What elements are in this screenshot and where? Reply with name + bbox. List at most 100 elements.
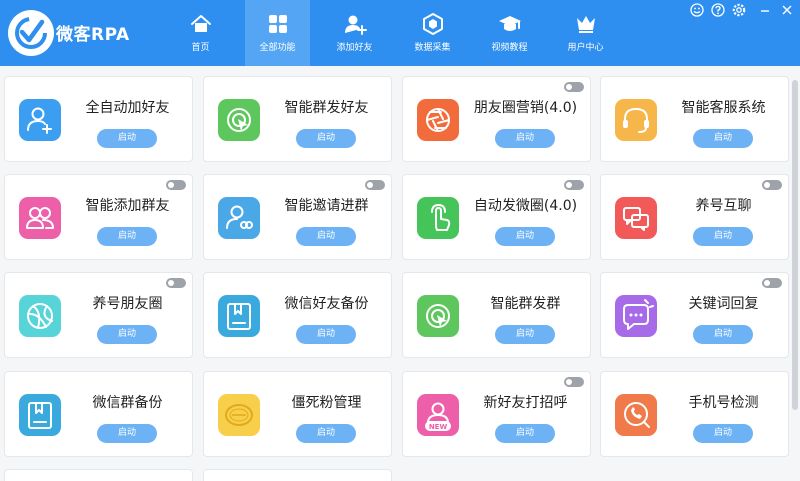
nav-tab-3[interactable]: 添加好友 (322, 0, 387, 66)
function-card: 手机号检测 启动 (600, 371, 789, 457)
card-title: 手机号检测 (688, 395, 759, 411)
card-title: 僵死粉管理 (291, 395, 362, 411)
nav-tab-6[interactable]: 用户中心 (553, 0, 618, 66)
settings-icon[interactable] (731, 2, 747, 18)
function-card: 自动发微圈(4.0) 启动 (402, 174, 591, 260)
start-button[interactable]: 启动 (97, 227, 157, 246)
moments-shutter-icon (19, 295, 61, 337)
function-card: 养号互聊 启动 (600, 174, 789, 260)
nav-tab-label: 添加好友 (336, 43, 373, 53)
new-user-icon: NEW (417, 394, 459, 436)
card-title: 养号朋友圈 (92, 296, 163, 312)
start-button[interactable]: 启动 (296, 227, 356, 246)
vertical-scrollbar[interactable] (792, 80, 798, 410)
function-card: 智能客服系统 启动 (600, 76, 789, 162)
group-users-icon (19, 197, 61, 239)
start-button[interactable]: 启动 (693, 424, 753, 443)
nav-tab-label: 用户中心 (567, 43, 604, 53)
add-user-icon (345, 15, 367, 35)
app-logo (8, 10, 54, 56)
camera-shutter-icon (417, 99, 459, 141)
card-title: 微信好友备份 (284, 296, 369, 312)
start-button[interactable]: 启动 (296, 325, 356, 344)
app-title: 微客RPA (56, 25, 130, 45)
nav-tab-label: 首页 (191, 43, 210, 53)
card-title: 全自动加好友 (85, 100, 170, 116)
app-header: 微客RPA 首页 全部功能 添加好友 数据采集 视频教程 用户中心 (0, 0, 800, 66)
start-button[interactable]: 启动 (495, 129, 555, 148)
function-card: 朋友圈营销(4.0) 启动 (402, 76, 591, 162)
nav-tab-4[interactable]: 数据采集 (400, 0, 465, 66)
nav-tab-5[interactable]: 视频教程 (477, 0, 542, 66)
nav-tab-label: 数据采集 (414, 43, 451, 53)
svg-text:NEW: NEW (429, 423, 448, 431)
cube-icon (423, 13, 443, 35)
feature-toggle[interactable] (564, 377, 584, 387)
chat-bubbles-icon (615, 197, 657, 239)
graduation-cap-icon (499, 16, 521, 31)
feature-toggle[interactable] (564, 180, 584, 190)
logo-icon (15, 17, 47, 49)
start-button[interactable]: 启动 (693, 325, 753, 344)
help-icon[interactable] (710, 2, 726, 18)
function-card: 微信群备份 启动 (4, 371, 193, 457)
card-title: 智能群发群 (490, 296, 561, 312)
start-button[interactable]: 启动 (495, 424, 555, 443)
function-grid: 全自动加好友 启动 智能群发好友 启动 朋友圈营销(4.0) 启动 智能客服系统… (0, 66, 800, 481)
close-icon[interactable] (779, 2, 795, 18)
start-button[interactable]: 启动 (97, 129, 157, 148)
nav-tab-2[interactable]: 全部功能 (245, 0, 310, 66)
crown-icon (577, 16, 595, 33)
start-button[interactable]: 启动 (495, 325, 555, 344)
card-partial (4, 469, 193, 481)
backup-bookmark-icon (19, 394, 61, 436)
start-button[interactable]: 启动 (296, 424, 356, 443)
start-button[interactable]: 启动 (97, 325, 157, 344)
card-title: 微信群备份 (92, 395, 163, 411)
feature-toggle[interactable] (762, 180, 782, 190)
card-title: 智能邀请进群 (284, 198, 369, 214)
start-button[interactable]: 启动 (296, 129, 356, 148)
function-card: 养号朋友圈 启动 (4, 272, 193, 358)
feature-toggle[interactable] (762, 278, 782, 288)
card-title: 新好友打招呼 (483, 395, 568, 411)
minimize-icon[interactable] (757, 2, 773, 18)
start-button[interactable]: 启动 (495, 227, 555, 246)
grid-icon (269, 15, 287, 33)
broadcast-cursor-icon (218, 99, 260, 141)
start-button[interactable]: 启动 (693, 129, 753, 148)
start-button[interactable]: 启动 (97, 424, 157, 443)
support-icon[interactable] (689, 2, 705, 18)
function-card: 关键词回复 启动 (600, 272, 789, 358)
nav-tab-label: 视频教程 (491, 43, 528, 53)
card-title: 朋友圈营销(4.0) (473, 100, 578, 116)
chat-reply-icon (615, 295, 657, 337)
function-card: 智能添加群友 启动 (4, 174, 193, 260)
card-title: 智能添加群友 (85, 198, 170, 214)
card-partial (203, 469, 392, 481)
nav-tab-label: 全部功能 (259, 43, 296, 53)
broadcast-cursor-icon (417, 295, 459, 337)
function-card: 全自动加好友 启动 (4, 76, 193, 162)
card-title: 智能群发好友 (284, 100, 369, 116)
add-user-icon (19, 99, 61, 141)
feature-toggle[interactable] (166, 180, 186, 190)
home-icon (191, 15, 211, 32)
zombie-stamp-icon (218, 394, 260, 436)
function-card: 僵死粉管理 启动 (203, 371, 392, 457)
card-title: 智能客服系统 (681, 100, 766, 116)
function-card: NEW 新好友打招呼 启动 (402, 371, 591, 457)
card-title: 自动发微圈(4.0) (473, 198, 578, 214)
start-button[interactable]: 启动 (693, 227, 753, 246)
card-title: 关键词回复 (688, 296, 759, 312)
feature-toggle[interactable] (166, 278, 186, 288)
nav-tab-1[interactable]: 首页 (168, 0, 233, 66)
phone-search-icon (615, 394, 657, 436)
function-card: 智能邀请进群 启动 (203, 174, 392, 260)
feature-toggle[interactable] (564, 82, 584, 92)
feature-toggle[interactable] (365, 180, 385, 190)
function-card: 智能群发群 启动 (402, 272, 591, 358)
card-title: 养号互聊 (695, 198, 752, 214)
headset-icon (615, 99, 657, 141)
tap-hand-icon (417, 197, 459, 239)
